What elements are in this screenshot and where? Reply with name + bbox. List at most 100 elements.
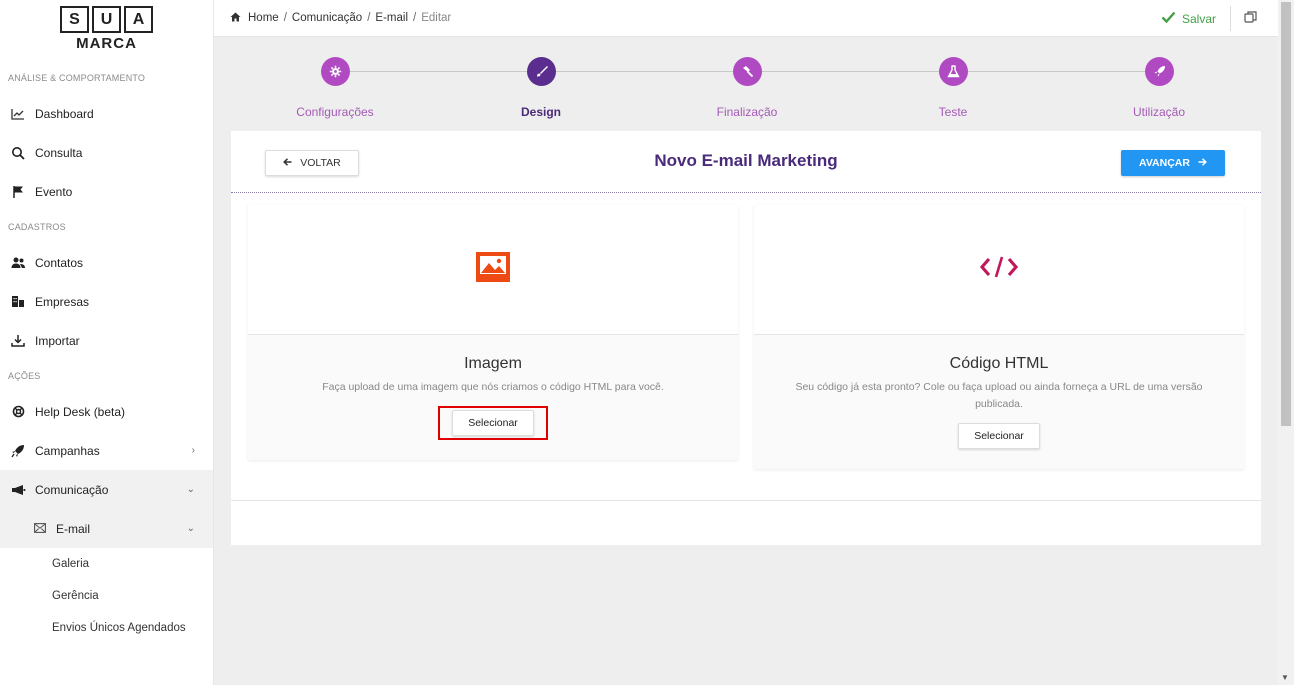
- sidebar-item-label: Campanhas: [35, 443, 100, 458]
- rocket-icon: [9, 444, 27, 458]
- page-title: Novo E-mail Marketing: [654, 151, 838, 170]
- sidebar-item-label: Help Desk (beta): [35, 404, 126, 419]
- page-scrollbar[interactable]: ▼: [1278, 0, 1294, 685]
- sidebar-item-dashboard[interactable]: Dashboard: [0, 94, 213, 133]
- flask-icon: [938, 57, 968, 86]
- breadcrumb-link[interactable]: Home: [248, 12, 279, 24]
- download-icon: [9, 334, 27, 347]
- chevron-right-icon: ›: [191, 445, 195, 456]
- highlight-box: Selecionar: [438, 406, 548, 440]
- breadcrumb: Home / Comunicação / E-mail / Editar: [214, 12, 451, 25]
- save-label: Salvar: [1181, 11, 1216, 26]
- step-teste[interactable]: Teste: [849, 52, 1057, 119]
- code-icon: [979, 256, 1019, 283]
- sidebar-leaf-gerencia[interactable]: Gerência: [0, 580, 213, 612]
- sidebar-item-label: Comunicação: [35, 482, 109, 497]
- next-label: AVANÇAR: [1139, 157, 1190, 169]
- topbar: Home / Comunicação / E-mail / Editar Sal…: [214, 0, 1278, 37]
- arrow-right-icon: [1198, 157, 1207, 169]
- logo-letter: A: [124, 6, 153, 33]
- step-label: Finalização: [716, 105, 778, 119]
- lifebuoy-icon: [9, 405, 27, 418]
- logo-letter: U: [92, 6, 121, 33]
- topbar-divider: [1230, 6, 1231, 31]
- step-utilizacao[interactable]: Utilização: [1055, 52, 1263, 119]
- breadcrumb-link[interactable]: E-mail: [375, 12, 408, 24]
- envelope-icon: [34, 522, 50, 536]
- contacts-icon: [9, 256, 27, 269]
- step-label: Utilização: [1132, 105, 1186, 119]
- select-button-wrapper: Selecionar: [754, 423, 1244, 469]
- sidebar-subitem-label: E-mail: [56, 521, 91, 536]
- select-codigo-html-button[interactable]: Selecionar: [958, 423, 1040, 449]
- building-icon: [9, 295, 27, 308]
- sidebar-item-help-desk[interactable]: Help Desk (beta): [0, 392, 213, 431]
- sidebar-item-label: Importar: [35, 333, 80, 348]
- next-button[interactable]: AVANÇAR: [1121, 150, 1225, 176]
- editor-card: VOLTAR Novo E-mail Marketing AVANÇAR Ima…: [231, 131, 1261, 545]
- breadcrumb-separator: /: [283, 12, 287, 24]
- chevron-down-icon: ⌄: [186, 484, 195, 495]
- megaphone-icon: [9, 484, 27, 496]
- sidebar-leaf-galeria[interactable]: Galeria: [0, 548, 213, 580]
- option-icon-area: [248, 205, 738, 335]
- breadcrumb-link[interactable]: Comunicação: [292, 12, 362, 24]
- flag-icon: [9, 185, 27, 198]
- sidebar-item-importar[interactable]: Importar: [0, 321, 213, 360]
- step-finalizacao[interactable]: Finalização: [643, 52, 851, 119]
- step-configuracoes[interactable]: Configurações: [231, 52, 439, 119]
- sidebar-item-contatos[interactable]: Contatos: [0, 243, 213, 282]
- chevron-down-icon: ⌄: [186, 523, 195, 534]
- home-icon[interactable]: [230, 12, 241, 25]
- option-title: Imagem: [464, 355, 522, 372]
- select-imagem-button[interactable]: Selecionar: [452, 410, 534, 436]
- brand-logo[interactable]: S U A MARCA: [0, 0, 213, 62]
- option-description: Seu código já esta pronto? Cole ou faça …: [795, 381, 1203, 410]
- hammer-icon: [732, 57, 762, 86]
- section-label-cadastros: CADASTROS: [8, 222, 66, 232]
- search-icon: [9, 146, 27, 160]
- select-button-wrapper: Selecionar: [248, 406, 738, 460]
- sidebar-leaf-envios-unicos[interactable]: Envios Únicos Agendados: [0, 612, 213, 644]
- sidebar: S U A MARCA ANÁLISE & COMPORTAMENTO Dash…: [0, 0, 214, 685]
- sidebar-item-consulta[interactable]: Consulta: [0, 133, 213, 172]
- gear-icon: [320, 57, 350, 86]
- sidebar-item-label: Contatos: [35, 255, 84, 270]
- option-description: Faça upload de uma imagem que nós criamo…: [322, 381, 664, 393]
- card-header: VOLTAR Novo E-mail Marketing AVANÇAR: [231, 131, 1261, 193]
- logo-letter: S: [60, 6, 89, 33]
- sidebar-item-label: Dashboard: [35, 106, 94, 121]
- option-card-codigo-html[interactable]: Código HTML Seu código já esta pronto? C…: [754, 205, 1244, 469]
- breadcrumb-current: Editar: [421, 12, 452, 24]
- sidebar-item-label: Evento: [35, 184, 73, 199]
- scrollbar-thumb[interactable]: [1281, 2, 1291, 426]
- image-icon: [476, 252, 510, 287]
- option-title: Código HTML: [949, 355, 1049, 372]
- section-label-acoes: AÇÕES: [8, 371, 41, 381]
- step-label: Configurações: [296, 105, 374, 119]
- sidebar-item-empresas[interactable]: Empresas: [0, 282, 213, 321]
- sidebar-subitem-email[interactable]: E-mail ⌄: [0, 509, 213, 548]
- wizard-stepper: Configurações Design Finalização Teste U…: [231, 52, 1261, 124]
- sidebar-item-campanhas[interactable]: Campanhas ›: [0, 431, 213, 470]
- sidebar-item-comunicacao[interactable]: Comunicação ⌄: [0, 470, 213, 509]
- option-icon-area: [754, 205, 1244, 335]
- logo-word: MARCA: [76, 35, 137, 52]
- chart-icon: [9, 108, 27, 120]
- window-restore-icon[interactable]: [1244, 10, 1258, 24]
- check-icon: [1161, 10, 1176, 27]
- brush-icon: [526, 57, 556, 86]
- rocket-icon: [1144, 57, 1174, 86]
- step-label: Teste: [938, 105, 968, 119]
- sidebar-item-evento[interactable]: Evento: [0, 172, 213, 211]
- section-label-analise: ANÁLISE & COMPORTAMENTO: [8, 73, 146, 83]
- scroll-down-arrow-icon[interactable]: ▼: [1281, 673, 1289, 682]
- breadcrumb-separator: /: [367, 12, 371, 24]
- sidebar-item-label: Empresas: [35, 294, 90, 309]
- option-card-imagem[interactable]: Imagem Faça upload de uma imagem que nós…: [248, 205, 738, 460]
- sidebar-item-label: Consulta: [35, 145, 83, 160]
- save-button[interactable]: Salvar: [1161, 0, 1216, 37]
- step-design[interactable]: Design: [437, 52, 645, 119]
- step-label: Design: [520, 105, 561, 119]
- breadcrumb-separator: /: [413, 12, 417, 24]
